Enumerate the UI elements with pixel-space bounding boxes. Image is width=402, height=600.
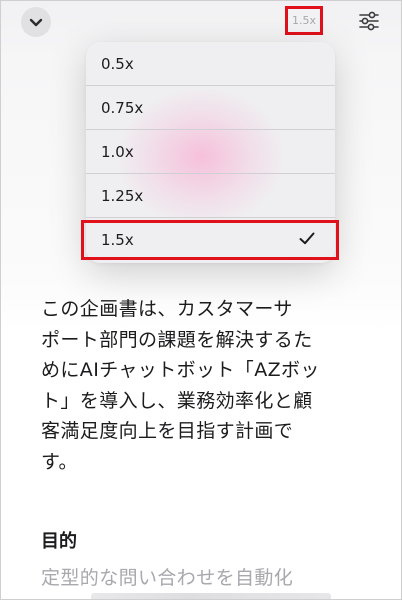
speed-option-0.5x[interactable]: 0.5x [86, 42, 335, 86]
paragraph-line: ポート部門の課題を解決するた [41, 328, 313, 351]
paragraph-line: めにAIチャットボット「AZボッ [41, 359, 320, 381]
speed-option-1.25x[interactable]: 1.25x [86, 174, 335, 218]
section-heading: 目的 [41, 531, 77, 552]
speed-option-label: 0.75x [101, 98, 144, 117]
paragraph-line: ト」を導入し、業務効率化と顧 [41, 389, 313, 412]
selected-option-highlight [81, 220, 339, 260]
settings-button[interactable] [355, 7, 383, 35]
speed-option-label: 1.0x [101, 142, 134, 161]
playback-speed-label: 1.5x [291, 14, 316, 27]
paragraph-line: 客満足度向上を目指す計画で [41, 420, 294, 442]
paragraph-line: この企画書は、カスタマーサ [41, 298, 293, 320]
faded-text-line [91, 593, 331, 599]
section-text: 定型的な問い合わせを自動化 [41, 567, 294, 589]
collapse-button[interactable] [21, 7, 51, 37]
sliders-icon [359, 11, 379, 31]
article-paragraph: この企画書は、カスタマーサ ポート部門の課題を解決するた めにAIチャットボット… [41, 294, 371, 477]
speed-option-1.0x[interactable]: 1.0x [86, 130, 335, 174]
speed-option-0.75x[interactable]: 0.75x [86, 86, 335, 130]
speed-option-label: 1.25x [101, 186, 144, 205]
reader-screen: 1.5x 0.5x 0.75x 1.0x 1.25x 1.5x この企画書は、カ… [0, 0, 402, 600]
chevron-down-icon [29, 18, 43, 26]
paragraph-line: す。 [41, 450, 78, 473]
speed-option-label: 0.5x [101, 54, 134, 73]
playback-speed-button[interactable]: 1.5x [285, 6, 323, 35]
